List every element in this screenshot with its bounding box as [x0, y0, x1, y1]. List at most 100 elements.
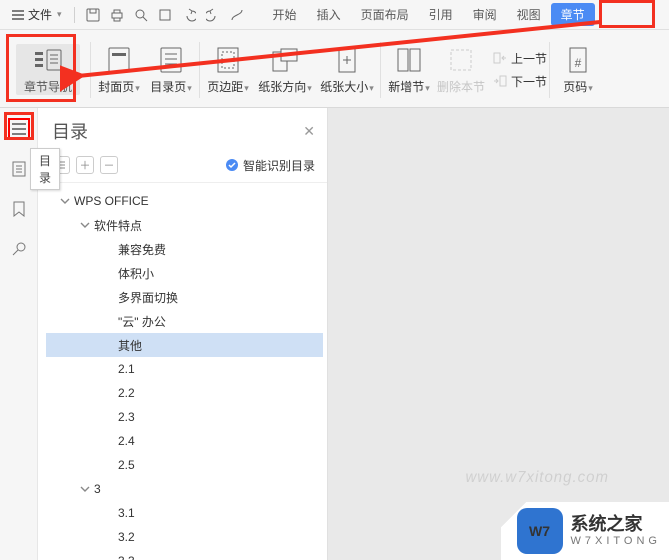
toc-item[interactable]: "云" 办公 [46, 309, 323, 333]
close-icon[interactable]: ✕ [303, 123, 315, 140]
redo-icon[interactable] [203, 5, 223, 25]
new-section-icon [394, 46, 424, 74]
toc-item[interactable]: 3 [46, 477, 323, 501]
toc-item[interactable]: 体积小 [46, 261, 323, 285]
spell-icon[interactable] [155, 5, 175, 25]
prev-section-label: 上一节 [511, 50, 547, 67]
toc-item[interactable]: 2.3 [46, 405, 323, 429]
toc-item[interactable]: 软件特点 [46, 213, 323, 237]
undo-icon[interactable] [179, 5, 199, 25]
toc-tree[interactable]: WPS OFFICE 软件特点兼容免费体积小多界面切换 "云" 办公其他 2.1 2.2… [38, 183, 327, 560]
new-section-label: 新增节 [388, 80, 424, 94]
margins-icon [213, 46, 243, 74]
toc-item[interactable]: 2.1 [46, 357, 323, 381]
next-section-button: 下一节 [493, 73, 547, 90]
tree-spacer [102, 314, 116, 328]
preview-icon[interactable] [131, 5, 151, 25]
toc-item-label: 3 [94, 482, 101, 496]
toc-item[interactable]: 2.2 [46, 381, 323, 405]
tab-section[interactable]: 章节 [551, 3, 595, 26]
tree-spacer [102, 290, 116, 304]
tab-review[interactable]: 审阅 [463, 2, 507, 27]
section-nav-button[interactable]: 章节导航 [16, 44, 80, 95]
toc-item-label: 2.2 [118, 386, 135, 400]
toc-item-label: 多界面切换 [118, 289, 178, 306]
hamburger-icon [12, 10, 24, 20]
svg-text:#: # [575, 56, 582, 70]
toc-item-label: 软件特点 [94, 217, 142, 234]
tab-layout[interactable]: 页面布局 [351, 2, 419, 27]
toc-pane-icon[interactable] [8, 118, 30, 140]
toc-item-label: 2.3 [118, 410, 135, 424]
toc-item-label: 兼容免费 [118, 241, 166, 258]
tree-spacer [102, 530, 116, 544]
next-section-icon [493, 75, 507, 87]
chevron-down-icon: ▾ [244, 83, 249, 93]
toc-item[interactable]: 其他 [46, 333, 323, 357]
toc-page-label: 目录页 [150, 80, 186, 94]
toc-item[interactable]: 兼容免费 [46, 237, 323, 261]
tab-start[interactable]: 开始 [263, 2, 307, 27]
tab-reference[interactable]: 引用 [419, 2, 463, 27]
document-area[interactable] [328, 108, 669, 560]
delete-section-icon [446, 46, 476, 74]
thumbnail-pane-icon[interactable] [8, 158, 30, 180]
page-number-button[interactable]: # 页码▾ [552, 44, 604, 95]
toc-item-label: "云" 办公 [118, 313, 166, 330]
separator [74, 7, 75, 23]
toc-item[interactable]: 多界面切换 [46, 285, 323, 309]
orientation-button[interactable]: 纸张方向▾ [254, 44, 316, 95]
toc-item[interactable]: 3.1 [46, 501, 323, 525]
tree-spacer [102, 266, 116, 280]
tab-insert[interactable]: 插入 [307, 2, 351, 27]
toc-item-label: 2.4 [118, 434, 135, 448]
prev-section-button: 上一节 [493, 50, 547, 67]
toc-item[interactable]: 3.3 [46, 549, 323, 560]
ribbon-group-nav: 章节导航 [8, 36, 88, 104]
toc-tool-collapse-icon[interactable]: － [100, 156, 118, 174]
chevron-down-icon[interactable] [58, 194, 72, 208]
file-menu[interactable]: 文件 ▾ [6, 4, 68, 25]
bookmark-pane-icon[interactable] [8, 198, 30, 220]
format-painter-icon[interactable] [227, 5, 247, 25]
watermark: www.w7xitong.com [465, 469, 609, 487]
tree-spacer [102, 242, 116, 256]
search-pane-icon[interactable] [8, 238, 30, 260]
section-nav-label: 章节导航 [24, 78, 72, 95]
chevron-down-icon: ▾ [588, 83, 593, 93]
page-size-label: 纸张大小 [320, 80, 368, 94]
toc-tooltip: 目录 [30, 148, 60, 190]
ribbon: 章节导航 封面页▾ 目录页▾ 页边距▾ 纸张方向▾ 纸张大小▾ 新增节▾ 删除本… [0, 30, 669, 108]
toc-item[interactable]: WPS OFFICE [46, 189, 323, 213]
cover-page-button[interactable]: 封面页▾ [93, 44, 145, 95]
page-number-label: 页码 [563, 80, 587, 94]
print-icon[interactable] [107, 5, 127, 25]
tab-view[interactable]: 视图 [507, 2, 551, 27]
new-section-button[interactable]: 新增节▾ [383, 44, 435, 95]
toc-item-label: 3.2 [118, 530, 135, 544]
smart-toc-label: 智能识别目录 [243, 157, 315, 174]
section-nav-group: 上一节 下一节 [487, 50, 547, 90]
smart-toc-button[interactable]: 智能识别目录 [225, 157, 315, 174]
margins-button[interactable]: 页边距▾ [202, 44, 254, 95]
toc-item[interactable]: 2.5 [46, 453, 323, 477]
topbar: 文件 ▾ 开始 插入 页面布局 引用 审阅 视图 章节 [0, 0, 669, 30]
delete-section-button: 删除本节 [435, 44, 487, 95]
tree-spacer [102, 506, 116, 520]
toc-tool-expand-icon[interactable]: ＋ [76, 156, 94, 174]
page-size-button[interactable]: 纸张大小▾ [316, 44, 378, 95]
page-number-icon: # [563, 46, 593, 74]
toc-item-label: 2.1 [118, 362, 135, 376]
save-icon[interactable] [83, 5, 103, 25]
separator [380, 42, 381, 98]
section-nav-icon [33, 46, 63, 74]
toc-item-label: WPS OFFICE [74, 194, 149, 208]
toc-page-icon [156, 46, 186, 74]
toc-item[interactable]: 3.2 [46, 525, 323, 549]
toc-page-button[interactable]: 目录页▾ [145, 44, 197, 95]
chevron-down-icon[interactable] [78, 218, 92, 232]
toc-item[interactable]: 2.4 [46, 429, 323, 453]
chevron-down-icon[interactable] [78, 482, 92, 496]
separator [90, 42, 91, 98]
tree-spacer [102, 554, 116, 560]
